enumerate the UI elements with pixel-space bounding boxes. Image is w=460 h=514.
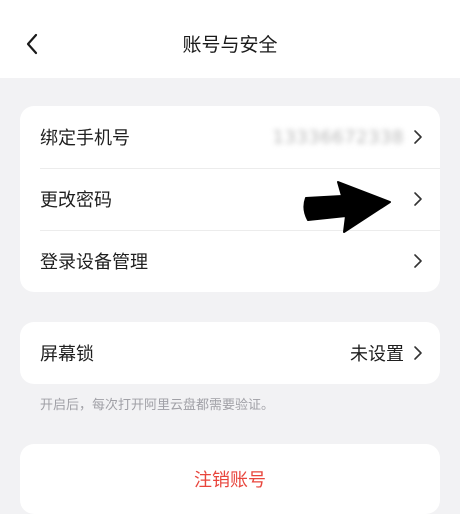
cancel-account-label: 注销账号 (194, 470, 266, 491)
chevron-right-icon (412, 344, 424, 362)
bind-phone-label: 绑定手机号 (40, 128, 130, 149)
chevron-right-icon (412, 190, 424, 208)
screen-lock-card: 屏幕锁 未设置 (20, 322, 440, 384)
arrow-right-annotation-icon (303, 181, 391, 233)
screen-lock-hint: 开启后，每次打开阿里云盘都需要验证。 (40, 398, 275, 413)
screen-lock-value: 未设置 (350, 344, 404, 365)
chevron-right-icon (412, 252, 424, 270)
screen-lock-label: 屏幕锁 (40, 344, 94, 365)
chevron-right-icon (412, 128, 424, 146)
screen-lock-row[interactable]: 屏幕锁 未设置 (20, 322, 440, 384)
page-title: 账号与安全 (182, 34, 278, 56)
bind-phone-row[interactable]: 绑定手机号 13336672338 (20, 106, 440, 168)
header: 账号与安全 (0, 0, 460, 78)
cancel-account-button[interactable]: 注销账号 (20, 444, 440, 514)
phone-number-value: 13336672338 (272, 126, 404, 148)
device-management-row[interactable]: 登录设备管理 (20, 230, 440, 292)
device-management-label: 登录设备管理 (40, 252, 148, 273)
